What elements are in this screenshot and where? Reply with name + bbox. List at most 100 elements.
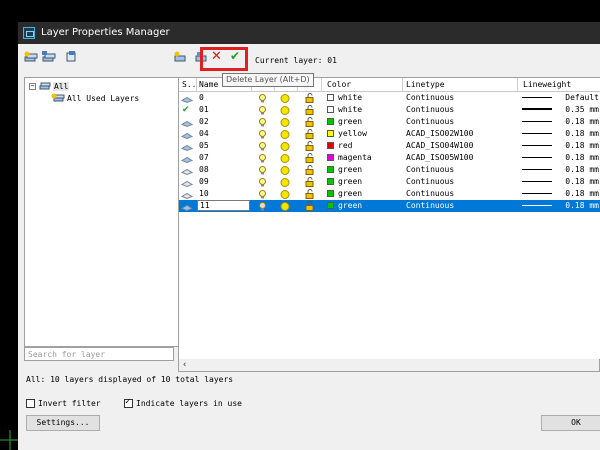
sun-thaw-icon[interactable] bbox=[280, 105, 290, 116]
table-row[interactable]: 10 green Continuous 0.18 mm bbox=[179, 188, 600, 200]
layer-linetype[interactable]: Continuous bbox=[406, 201, 514, 212]
layer-linetype[interactable]: Continuous bbox=[406, 117, 514, 128]
unlock-icon[interactable] bbox=[305, 129, 315, 140]
unlock-icon[interactable] bbox=[305, 141, 315, 152]
layer-name[interactable]: 04 bbox=[199, 129, 249, 140]
header-linetype[interactable]: Linetype bbox=[406, 80, 506, 91]
bulb-on-icon[interactable] bbox=[258, 105, 267, 116]
table-row[interactable]: ✔ 01 white Continuous 0.35 mm bbox=[179, 104, 600, 116]
layer-name[interactable]: 02 bbox=[199, 117, 249, 128]
layer-lineweight[interactable]: 0.18 mm bbox=[555, 129, 599, 140]
unlock-icon[interactable] bbox=[305, 201, 315, 212]
table-row[interactable]: 0 white Continuous Default bbox=[179, 92, 600, 104]
sun-thaw-icon[interactable] bbox=[280, 189, 290, 200]
layer-states-manager-icon[interactable] bbox=[65, 51, 79, 63]
unlock-icon[interactable] bbox=[305, 189, 315, 200]
tree-item-all-used[interactable]: All Used Layers bbox=[51, 92, 139, 104]
settings-button[interactable]: Settings... bbox=[26, 415, 100, 431]
layer-color[interactable]: green bbox=[327, 117, 362, 128]
unlock-icon[interactable] bbox=[305, 105, 315, 116]
sun-thaw-icon[interactable] bbox=[280, 165, 290, 176]
bulb-on-icon[interactable] bbox=[258, 129, 267, 140]
bulb-on-icon[interactable] bbox=[258, 165, 267, 176]
table-row[interactable]: 09 green Continuous 0.18 mm bbox=[179, 176, 600, 188]
layer-name[interactable]: 09 bbox=[199, 177, 249, 188]
layer-linetype[interactable]: ACAD_ISO02W100 bbox=[406, 129, 514, 140]
bulb-on-icon[interactable] bbox=[258, 201, 267, 212]
invert-filter-option[interactable]: Invert filter bbox=[26, 399, 101, 408]
sun-thaw-icon[interactable] bbox=[280, 93, 290, 104]
unlock-icon[interactable] bbox=[305, 165, 315, 176]
layer-name[interactable]: 0 bbox=[199, 93, 249, 104]
layer-color[interactable]: red bbox=[327, 141, 352, 152]
unlock-icon[interactable] bbox=[305, 93, 315, 104]
layer-color[interactable]: white bbox=[327, 105, 362, 116]
header-status[interactable]: S.. bbox=[182, 80, 196, 91]
layer-lineweight[interactable]: 0.18 mm bbox=[555, 189, 599, 200]
indicate-layers-option[interactable]: Indicate layers in use bbox=[124, 397, 242, 408]
layer-lineweight[interactable]: 0.35 mm bbox=[555, 105, 599, 116]
layer-lineweight[interactable]: 0.18 mm bbox=[555, 117, 599, 128]
layer-name-edit[interactable]: 11 bbox=[197, 200, 250, 211]
layer-lineweight[interactable]: 0.18 mm bbox=[555, 141, 599, 152]
layer-name[interactable]: 08 bbox=[199, 165, 249, 176]
invert-filter-checkbox[interactable] bbox=[26, 399, 35, 408]
layer-lineweight[interactable]: Default bbox=[555, 93, 599, 104]
search-input[interactable] bbox=[24, 347, 174, 361]
tree-item-all[interactable]: − All bbox=[29, 80, 70, 92]
layer-lineweight[interactable]: 0.18 mm bbox=[555, 153, 599, 164]
bulb-on-icon[interactable] bbox=[258, 189, 267, 200]
layer-name[interactable]: 05 bbox=[199, 141, 249, 152]
sun-thaw-icon[interactable] bbox=[280, 201, 290, 212]
unlock-icon[interactable] bbox=[305, 117, 315, 128]
new-property-filter-icon[interactable] bbox=[24, 51, 38, 63]
layer-linetype[interactable]: Continuous bbox=[406, 105, 514, 116]
sun-thaw-icon[interactable] bbox=[280, 153, 290, 164]
layer-lineweight[interactable]: 0.18 mm bbox=[555, 177, 599, 188]
ok-button[interactable]: OK bbox=[541, 415, 600, 431]
bulb-on-icon[interactable] bbox=[258, 153, 267, 164]
bulb-on-icon[interactable] bbox=[258, 141, 267, 152]
layer-name[interactable]: 07 bbox=[199, 153, 249, 164]
layer-color[interactable]: magenta bbox=[327, 153, 372, 164]
layer-linetype[interactable]: Continuous bbox=[406, 165, 514, 176]
table-row[interactable]: 02 green Continuous 0.18 mm bbox=[179, 116, 600, 128]
collapse-icon[interactable]: − bbox=[29, 82, 36, 90]
layer-linetype[interactable]: Continuous bbox=[406, 189, 514, 200]
layer-color[interactable]: green bbox=[327, 201, 362, 212]
header-color[interactable]: Color bbox=[327, 80, 397, 91]
header-lineweight[interactable]: Lineweight bbox=[523, 80, 599, 91]
new-layer-icon[interactable] bbox=[173, 51, 187, 63]
sun-thaw-icon[interactable] bbox=[280, 141, 290, 152]
layer-color[interactable]: green bbox=[327, 177, 362, 188]
new-group-filter-icon[interactable] bbox=[42, 51, 56, 63]
table-row[interactable]: 08 green Continuous 0.18 mm bbox=[179, 164, 600, 176]
layer-lineweight[interactable]: 0.18 mm bbox=[555, 201, 599, 212]
unlock-icon[interactable] bbox=[305, 177, 315, 188]
layer-linetype[interactable]: Continuous bbox=[406, 177, 514, 188]
scroll-left-icon[interactable]: ‹ bbox=[182, 360, 187, 370]
layer-name[interactable]: 10 bbox=[199, 189, 249, 200]
sun-thaw-icon[interactable] bbox=[280, 177, 290, 188]
layer-lineweight[interactable]: 0.18 mm bbox=[555, 165, 599, 176]
horizontal-scrollbar[interactable]: ‹ bbox=[178, 359, 600, 372]
layer-name[interactable]: 01 bbox=[199, 105, 249, 116]
sun-thaw-icon[interactable] bbox=[280, 129, 290, 140]
indicate-layers-checkbox[interactable] bbox=[124, 397, 133, 408]
bulb-on-icon[interactable] bbox=[258, 117, 267, 128]
layer-color[interactable]: green bbox=[327, 189, 362, 200]
table-row[interactable]: 11 green Continuous 0.18 mm bbox=[179, 200, 600, 212]
layer-linetype[interactable]: Continuous bbox=[406, 93, 514, 104]
layer-color[interactable]: white bbox=[327, 93, 362, 104]
layer-linetype[interactable]: ACAD_ISO05W100 bbox=[406, 153, 514, 164]
layer-color[interactable]: green bbox=[327, 165, 362, 176]
layer-color[interactable]: yellow bbox=[327, 129, 367, 140]
table-row[interactable]: 04 yellow ACAD_ISO02W100 0.18 mm bbox=[179, 128, 600, 140]
bulb-on-icon[interactable] bbox=[258, 93, 267, 104]
bulb-on-icon[interactable] bbox=[258, 177, 267, 188]
table-row[interactable]: 05 red ACAD_ISO04W100 0.18 mm bbox=[179, 140, 600, 152]
sun-thaw-icon[interactable] bbox=[280, 117, 290, 128]
unlock-icon[interactable] bbox=[305, 153, 315, 164]
table-row[interactable]: 07 magenta ACAD_ISO05W100 0.18 mm bbox=[179, 152, 600, 164]
layer-linetype[interactable]: ACAD_ISO04W100 bbox=[406, 141, 514, 152]
